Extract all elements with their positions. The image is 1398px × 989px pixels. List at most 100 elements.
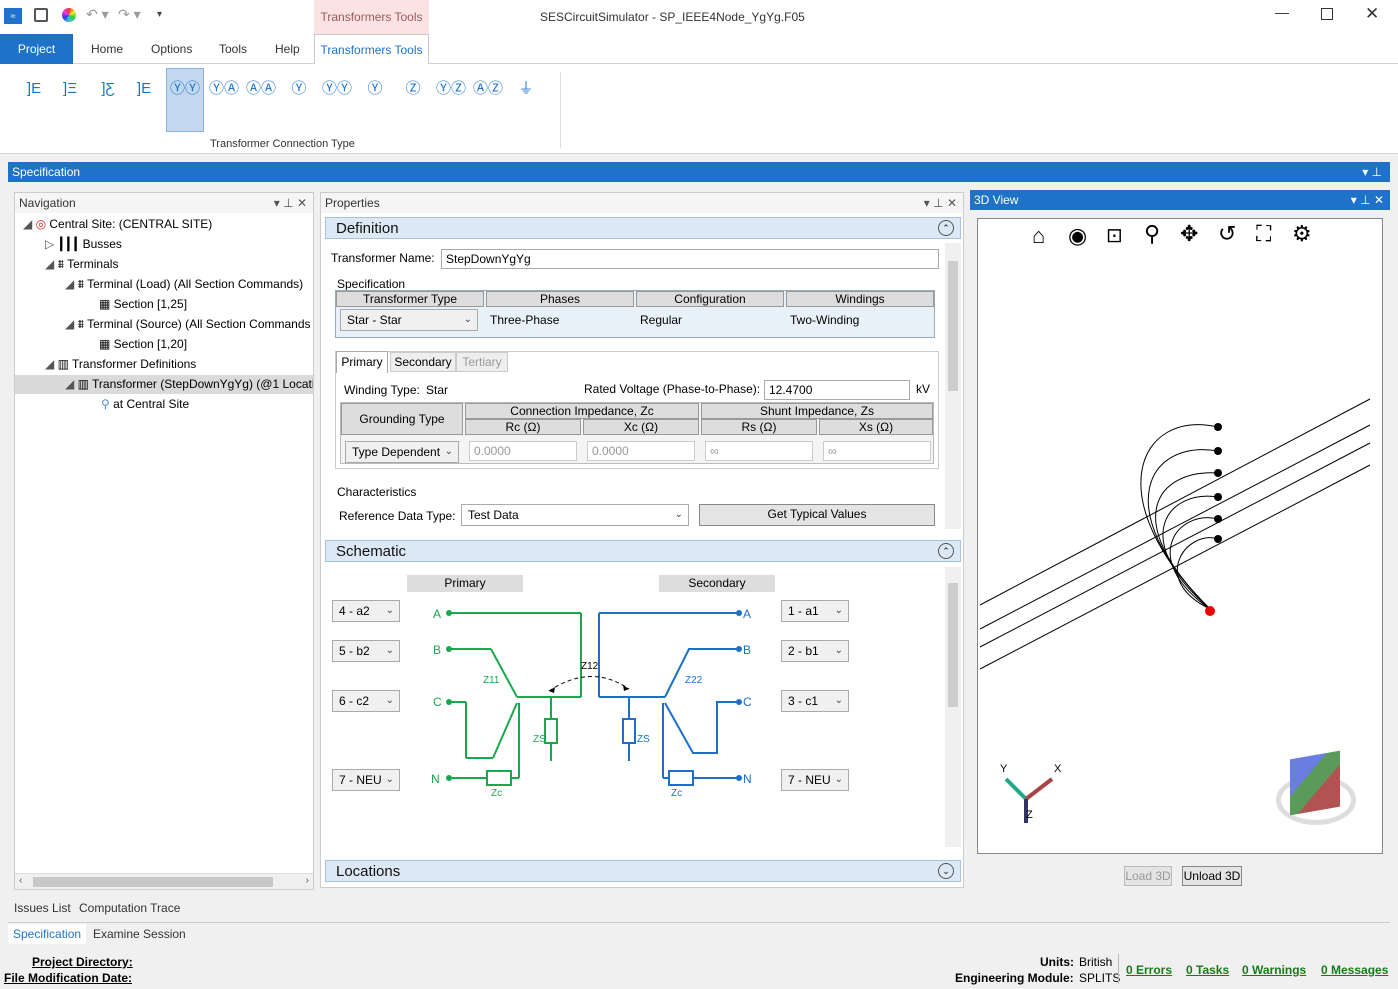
navigation-panel: Navigation ▾ ⊥ ✕ ◢ ◎ Central Site: (CENT…: [14, 192, 314, 890]
star-star-icon[interactable]: ⓎⓎ: [169, 72, 201, 106]
label-c-left: C: [433, 695, 442, 709]
bottom-tab-specification[interactable]: Specification: [8, 924, 86, 944]
view-cube-icon[interactable]: [1290, 750, 1340, 816]
tree-item-busses[interactable]: ▷ ┃┃┃ Busses: [45, 237, 122, 251]
schematic-section-header[interactable]: Schematic ⌃: [325, 540, 961, 562]
tab-transformers-tools[interactable]: Transformers Tools: [314, 34, 429, 65]
tab-tools[interactable]: Tools: [219, 42, 247, 56]
grounding-transformer-icon[interactable]: ⏚: [510, 72, 542, 106]
delta-zigzag-icon[interactable]: ⒶⓏ: [472, 72, 504, 106]
settings-gear-icon[interactable]: ⚙: [1292, 221, 1312, 247]
delta-delta-icon[interactable]: ⒶⒶ: [245, 72, 277, 106]
home-icon[interactable]: ⌂: [1032, 223, 1045, 249]
panel-controls-icon[interactable]: ▾ ⊥ ✕: [274, 193, 307, 213]
tree-item-section-1-25[interactable]: ▦ Section [1,25]: [99, 297, 187, 311]
zoom-icon[interactable]: ⚲: [1144, 221, 1160, 247]
impedance-grid: Grounding Type Connection Impedance, Zc …: [340, 402, 934, 464]
fullscreen-icon[interactable]: ⛶: [1256, 221, 1271, 247]
secondary-c-select[interactable]: 3 - c1 ⌄: [781, 690, 849, 712]
rc-input[interactable]: 0.0000: [469, 441, 577, 461]
tab-project[interactable]: Project: [0, 34, 73, 64]
star-delta-delta-icon[interactable]: Ⓨ: [359, 72, 391, 106]
tree-item-transformer-stepdown[interactable]: ◢ ▥ Transformer (StepDownYgYg) (@1 Locat…: [65, 377, 313, 391]
tab-secondary[interactable]: Secondary: [390, 352, 456, 372]
autotransformer-icon[interactable]: ]Ƹ: [92, 72, 124, 106]
units-label: Units:: [1040, 955, 1074, 969]
close-button[interactable]: ✕: [1365, 4, 1379, 24]
tasks-link[interactable]: 0 Tasks: [1186, 963, 1229, 977]
panel-controls-icon[interactable]: ▾ ⊥ ✕: [1351, 190, 1384, 210]
rs-input[interactable]: ∞: [705, 441, 813, 461]
bottom-tab-examine-session[interactable]: Examine Session: [93, 927, 186, 941]
tree-item-section-1-20[interactable]: ▦ Section [1,20]: [99, 337, 187, 351]
minimize-button[interactable]: —: [1275, 4, 1289, 20]
tree-item-terminals[interactable]: ◢ ⩩ Terminals: [45, 257, 118, 272]
unload-3d-button[interactable]: Unload 3D: [1182, 866, 1242, 886]
winding-subtabs: Primary Secondary Tertiary Winding Type:…: [335, 351, 939, 469]
xc-input[interactable]: 0.0000: [587, 441, 695, 461]
zoom-extents-icon[interactable]: ⊡: [1106, 223, 1123, 248]
view3d-canvas[interactable]: ⌂ ◉ ⊡ ⚲ ✥ ↺ ⛶ ⚙ Y X Z: [977, 218, 1383, 854]
collapse-icon[interactable]: ⌃: [938, 543, 954, 559]
grounding-type-select[interactable]: Type Dependent ⌄: [345, 441, 459, 463]
primary-b-select[interactable]: 5 - b2 ⌄: [332, 640, 400, 662]
tab-options[interactable]: Options: [151, 42, 192, 56]
pin-icon[interactable]: ▾ ⊥: [1362, 162, 1382, 182]
expand-icon[interactable]: ⌄: [938, 863, 954, 879]
secondary-b-select[interactable]: 2 - b1 ⌄: [781, 640, 849, 662]
load-3d-button[interactable]: Load 3D: [1124, 866, 1172, 886]
errors-link[interactable]: 0 Errors: [1126, 963, 1172, 977]
star-delta-icon[interactable]: ⓎⒶ: [208, 72, 240, 106]
locations-section-header[interactable]: Locations ⌄: [325, 860, 961, 882]
tab-home[interactable]: Home: [91, 42, 123, 56]
ref-data-type-select[interactable]: Test Data ⌄: [461, 504, 689, 526]
bottom-tab-issues-list[interactable]: Issues List: [14, 901, 71, 915]
quick-access-dropdown-icon[interactable]: ▾: [157, 9, 162, 20]
three-winding-icon[interactable]: ]Ξ: [54, 72, 86, 106]
tree-item-at-central-site[interactable]: ⚲ at Central Site: [101, 397, 189, 411]
tree-item-central-site[interactable]: ◢ ◎ Central Site: (CENTRAL SITE): [23, 217, 212, 231]
secondary-a-select[interactable]: 1 - a1 ⌄: [781, 600, 849, 622]
eye-icon[interactable]: ◉: [1068, 223, 1087, 249]
schematic-scrollbar[interactable]: [945, 567, 961, 847]
xs-input[interactable]: ∞: [823, 441, 931, 461]
primary-c-select[interactable]: 6 - c2 ⌄: [332, 690, 400, 712]
tab-tertiary[interactable]: Tertiary: [456, 352, 508, 372]
transformer-type-select[interactable]: Star - Star ⌄: [340, 309, 478, 331]
view3d-panel: 3D View ▾ ⊥ ✕ ⌂ ◉ ⊡ ⚲ ✥ ↺ ⛶ ⚙ Y X Z Load…: [970, 190, 1390, 888]
tree-item-transformer-definitions[interactable]: ◢ ▥ Transformer Definitions: [45, 357, 196, 371]
center-tap-icon[interactable]: ]E: [128, 72, 160, 106]
get-typical-values-button[interactable]: Get Typical Values: [699, 504, 935, 526]
primary-n-select[interactable]: 7 - NEU ⌄: [332, 769, 400, 791]
navigation-hscrollbar[interactable]: ‹ ›: [15, 873, 313, 889]
messages-link[interactable]: 0 Messages: [1321, 963, 1388, 977]
color-wheel-icon[interactable]: [62, 8, 76, 22]
definition-section-header[interactable]: Definition ⌃: [325, 217, 961, 239]
bottom-tab-computation-trace[interactable]: Computation Trace: [79, 901, 180, 915]
undo-icon[interactable]: ↶ ▾: [86, 6, 109, 23]
tree-item-terminal-load[interactable]: ◢ ⩩ Terminal (Load) (All Section Command…: [65, 277, 303, 292]
transformer-name-input[interactable]: StepDownYgYg: [441, 249, 939, 269]
single-star-icon[interactable]: Ⓨ: [283, 72, 315, 106]
rotate-icon[interactable]: ↺: [1218, 221, 1236, 247]
collapse-icon[interactable]: ⌃: [938, 220, 954, 236]
maximize-button[interactable]: [1321, 8, 1333, 20]
configuration-value: Regular: [640, 313, 683, 327]
panel-controls-icon[interactable]: ▾ ⊥ ✕: [924, 193, 957, 213]
zigzag-icon[interactable]: Ⓩ: [397, 72, 429, 106]
tab-primary[interactable]: Primary: [336, 351, 388, 373]
pan-icon[interactable]: ✥: [1180, 221, 1198, 247]
star-star-star-icon[interactable]: ⓎⓎ: [321, 72, 353, 106]
save-icon[interactable]: [34, 8, 48, 22]
secondary-n-select[interactable]: 7 - NEU ⌄: [781, 769, 849, 791]
two-winding-icon[interactable]: ]E: [18, 72, 50, 106]
definition-scrollbar[interactable]: [945, 243, 961, 529]
primary-a-select[interactable]: 4 - a2 ⌄: [332, 600, 400, 622]
view3d-header: 3D View ▾ ⊥ ✕: [970, 190, 1390, 210]
tab-help[interactable]: Help: [275, 42, 300, 56]
warnings-link[interactable]: 0 Warnings: [1242, 963, 1306, 977]
star-zigzag-icon[interactable]: ⓎⓏ: [435, 72, 467, 106]
rated-voltage-input[interactable]: 12.4700: [764, 380, 910, 400]
redo-icon[interactable]: ↷ ▾: [118, 6, 141, 23]
tree-item-terminal-source[interactable]: ◢ ⩩ Terminal (Source) (All Section Comma…: [65, 317, 311, 332]
